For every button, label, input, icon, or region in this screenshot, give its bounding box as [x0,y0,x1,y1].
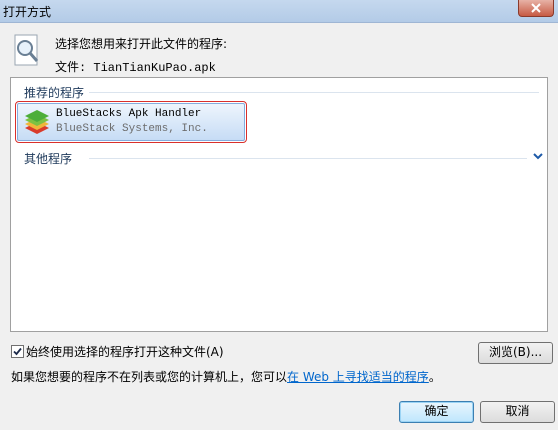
program-name: BlueStacks Apk Handler [56,108,202,120]
info-text-suffix: 。 [428,370,441,384]
always-use-checkbox[interactable] [11,345,24,358]
close-button[interactable] [518,0,554,17]
program-item-bluestacks[interactable]: BlueStacks Apk Handler BlueStack Systems… [15,101,247,143]
always-use-label[interactable]: 始终使用选择的程序打开这种文件(A) [26,343,224,360]
magnifier-document-icon [11,34,43,68]
cancel-button[interactable]: 取消 [480,401,555,423]
group-divider [89,158,527,159]
ok-button[interactable]: 确定 [399,401,474,423]
info-text-prefix: 如果您想要的程序不在列表或您的计算机上，您可以 [11,370,288,384]
program-publisher: BlueStack Systems, Inc. [56,123,208,135]
group-divider [89,92,539,93]
other-group-header[interactable]: 其他程序 [24,150,72,167]
bluestacks-icon [22,108,52,136]
info-text: 如果您想要的程序不在列表或您的计算机上，您可以在 Web 上寻找适当的程序。 [11,368,441,385]
checkmark-icon [13,347,22,356]
prompt-text: 选择您想用来打开此文件的程序: [55,37,228,51]
title-bar[interactable]: 打开方式 [0,0,558,23]
file-name-label: 文件: TianTianKuPao.apk [55,61,216,75]
window-title: 打开方式 [3,5,52,19]
browse-button[interactable]: 浏览(B)... [478,342,553,364]
close-icon [531,3,541,13]
program-list[interactable]: 推荐的程序 BlueStacks Apk Handler BlueStack S… [10,77,548,332]
chevron-down-icon[interactable] [533,150,543,160]
recommended-group-header: 推荐的程序 [24,86,85,100]
search-web-link[interactable]: 在 Web 上寻找适当的程序 [287,370,429,384]
